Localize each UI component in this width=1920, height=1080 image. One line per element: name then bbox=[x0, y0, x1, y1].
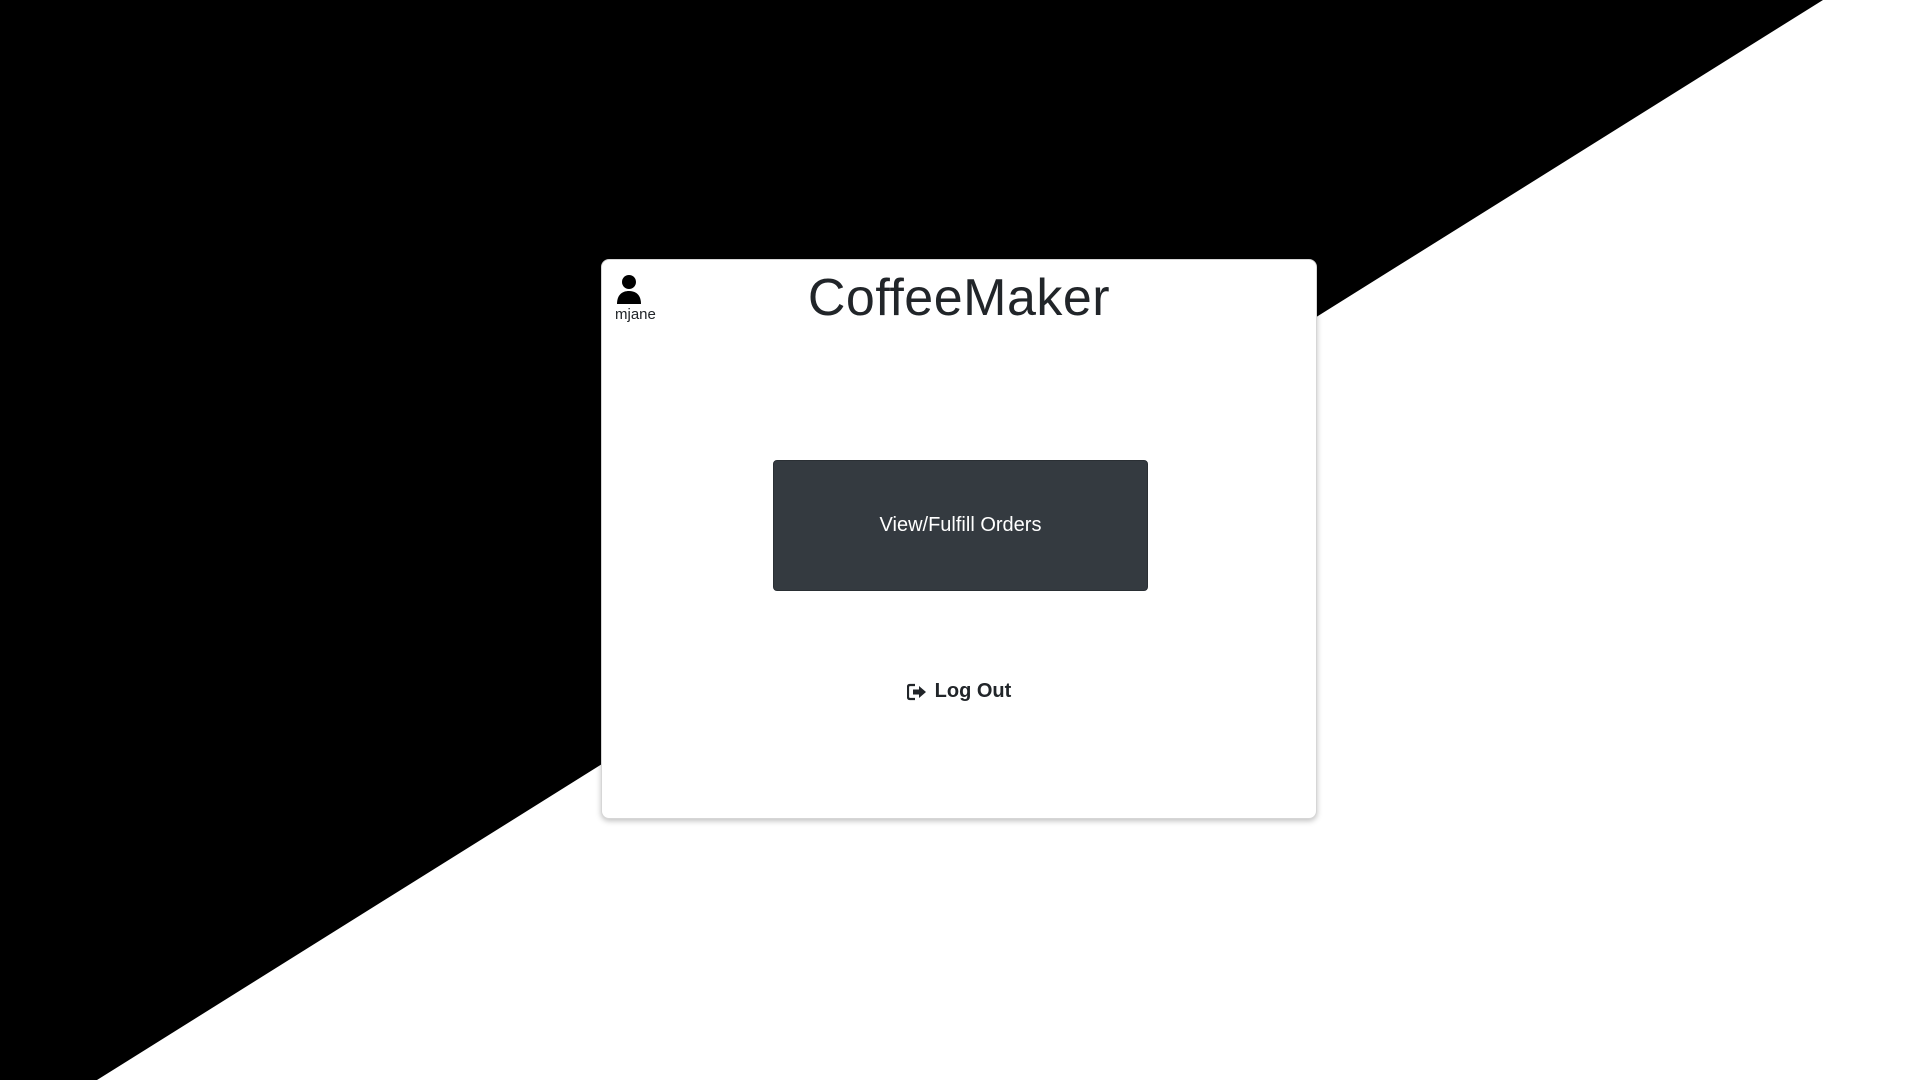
logout-label: Log Out bbox=[934, 680, 1012, 702]
view-fulfill-orders-label: View/Fulfill Orders bbox=[879, 514, 1042, 536]
main-card: mjane CoffeeMaker View/Fulfill Orders Lo… bbox=[601, 259, 1317, 819]
sign-out-icon bbox=[906, 683, 926, 700]
view-fulfill-orders-button[interactable]: View/Fulfill Orders bbox=[773, 460, 1148, 591]
page-title: CoffeeMaker bbox=[807, 269, 1111, 327]
logout-button[interactable]: Log Out bbox=[602, 680, 1316, 703]
page-background: mjane CoffeeMaker View/Fulfill Orders Lo… bbox=[0, 0, 1920, 1080]
